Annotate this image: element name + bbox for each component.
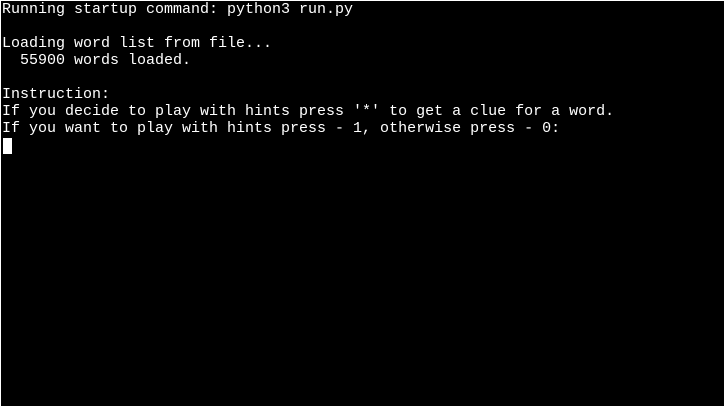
input-line[interactable] (1, 137, 724, 154)
instruction-heading-line: Instruction: (2, 86, 111, 103)
terminal-window[interactable]: Running startup command: python3 run.py … (1, 1, 724, 406)
words-loaded-line: 55900 words loaded. (2, 52, 192, 69)
startup-command-line: Running startup command: python3 run.py (2, 1, 354, 18)
text-cursor (3, 138, 12, 154)
loading-message-line: Loading word list from file... (2, 35, 273, 52)
prompt-line: If you want to play with hints press - 1… (2, 120, 561, 137)
hint-instruction-line: If you decide to play with hints press '… (2, 103, 615, 120)
